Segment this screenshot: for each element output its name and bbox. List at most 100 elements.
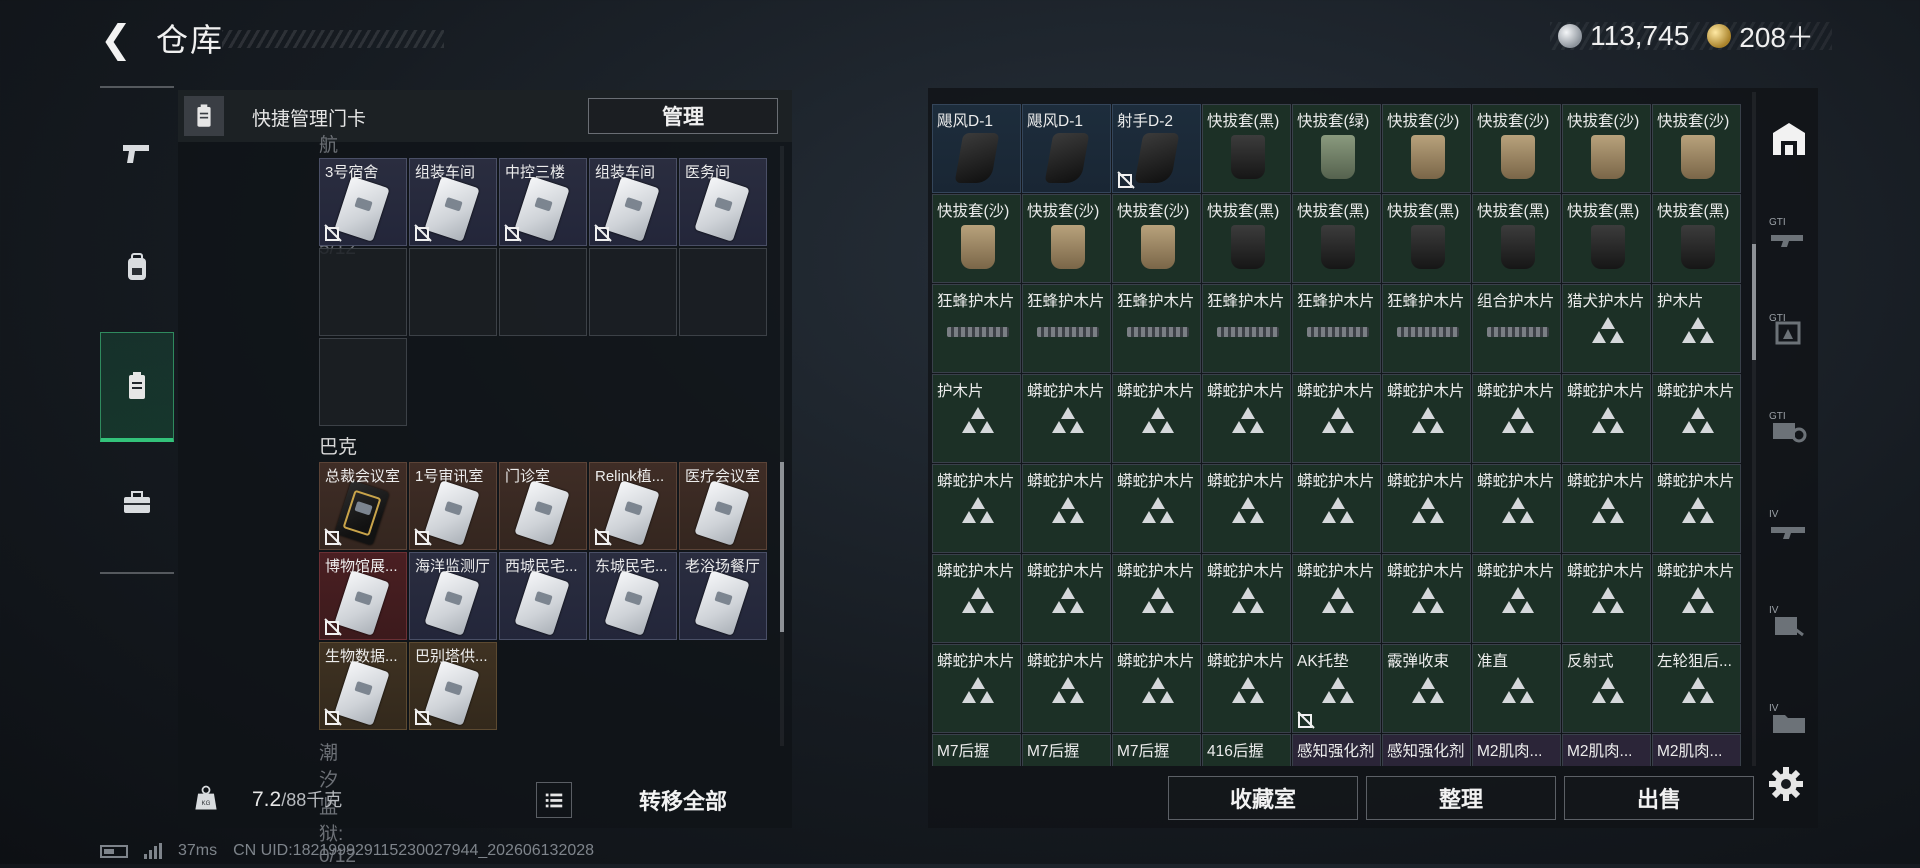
stash-item[interactable]: 蟒蛇护木片 <box>1112 644 1201 733</box>
stash-item[interactable]: 蟒蛇护木片 <box>1472 464 1561 553</box>
scrollbar-track[interactable] <box>1752 92 1756 766</box>
keycard-slot[interactable]: 老浴场餐厅 <box>679 552 767 640</box>
nav-item-toolbox[interactable] <box>100 448 174 558</box>
stash-item[interactable]: 快拔套(黑) <box>1202 194 1291 283</box>
sell-button[interactable]: 出售 <box>1564 776 1754 820</box>
scrollbar-track[interactable] <box>780 146 784 746</box>
stash-item[interactable]: 蟒蛇护木片 <box>1652 374 1741 463</box>
stash-item[interactable]: 蟒蛇护木片 <box>1472 554 1561 643</box>
stash-item[interactable]: 蟒蛇护木片 <box>1022 554 1111 643</box>
stash-item[interactable]: 快拔套(绿) <box>1292 104 1381 193</box>
stash-item[interactable]: 416后握 <box>1202 734 1291 766</box>
keycard-slot[interactable]: 3号宿舍 <box>319 158 407 246</box>
stash-item[interactable]: 反射式 <box>1562 644 1651 733</box>
iv-folder-icon[interactable]: IV <box>1766 696 1812 742</box>
stash-item[interactable]: 飓风D-1 <box>932 104 1021 193</box>
keycard-slot[interactable]: 巴别塔供... <box>409 642 497 730</box>
stash-item[interactable]: 蟒蛇护木片 <box>1022 464 1111 553</box>
manage-button[interactable]: 管理 <box>588 98 778 134</box>
stash-item[interactable]: 快拔套(沙) <box>1562 104 1651 193</box>
keycard-slot[interactable]: 总裁会议室 <box>319 462 407 550</box>
stash-item[interactable]: M7后握 <box>932 734 1021 766</box>
stash-item[interactable]: 狂蜂护木片 <box>1022 284 1111 373</box>
sort-button[interactable]: 整理 <box>1366 776 1556 820</box>
stash-item[interactable]: 快拔套(黑) <box>1382 194 1471 283</box>
stash-item[interactable]: 蟒蛇护木片 <box>1202 464 1291 553</box>
stash-item[interactable]: M2肌肉... <box>1562 734 1651 766</box>
keycard-slot[interactable]: 门诊室 <box>499 462 587 550</box>
armory-icon[interactable] <box>1766 116 1812 162</box>
stash-item[interactable]: 蟒蛇护木片 <box>1652 554 1741 643</box>
collection-room-button[interactable]: 收藏室 <box>1168 776 1358 820</box>
keycard-slot[interactable]: 医务间 <box>679 158 767 246</box>
stash-item[interactable]: 蟒蛇护木片 <box>1562 554 1651 643</box>
stash-item[interactable]: 蟒蛇护木片 <box>1472 374 1561 463</box>
stash-item[interactable]: 护木片 <box>932 374 1021 463</box>
stash-item[interactable]: 狂蜂护木片 <box>932 284 1021 373</box>
stash-item[interactable]: 蟒蛇护木片 <box>1112 374 1201 463</box>
stash-item[interactable]: 射手D-2 <box>1112 104 1201 193</box>
keycard-slot[interactable]: 博物馆展... <box>319 552 407 640</box>
stash-item[interactable]: 蟒蛇护木片 <box>1202 644 1291 733</box>
stash-item[interactable]: 快拔套(沙) <box>1112 194 1201 283</box>
stash-item[interactable]: 狂蜂护木片 <box>1292 284 1381 373</box>
keycard-slot[interactable]: 中控三楼 <box>499 158 587 246</box>
keycard-slot[interactable]: 海洋监测厅 <box>409 552 497 640</box>
stash-item[interactable]: 快拔套(沙) <box>932 194 1021 283</box>
scrollbar-thumb[interactable] <box>1752 244 1756 360</box>
stash-item[interactable]: 蟒蛇护木片 <box>1382 554 1471 643</box>
gti-tool-icon[interactable]: GTI <box>1766 404 1812 450</box>
stash-item[interactable]: 猎犬护木片 <box>1562 284 1651 373</box>
stash-item[interactable]: 飓风D-1 <box>1022 104 1111 193</box>
stash-item[interactable]: 左轮狙后... <box>1652 644 1741 733</box>
nav-item-backpack[interactable] <box>100 212 174 322</box>
stash-item[interactable]: M2肌肉... <box>1472 734 1561 766</box>
keycard-slot[interactable]: Relink植... <box>589 462 677 550</box>
transfer-all-button[interactable]: 转移全部 <box>588 778 778 822</box>
stash-item[interactable]: 狂蜂护木片 <box>1202 284 1291 373</box>
nav-item-weapons[interactable] <box>100 98 174 208</box>
stash-item[interactable]: 快拔套(沙) <box>1652 104 1741 193</box>
gti-card-icon[interactable]: GTI <box>1766 306 1812 352</box>
iv-rifle-icon[interactable]: IV <box>1766 502 1812 548</box>
stash-item[interactable]: 快拔套(黑) <box>1562 194 1651 283</box>
settings-gear-icon[interactable] <box>1766 764 1806 804</box>
stash-item[interactable]: 蟒蛇护木片 <box>932 554 1021 643</box>
stash-item[interactable]: 蟒蛇护木片 <box>1292 464 1381 553</box>
keycard-slot[interactable]: 生物数据... <box>319 642 407 730</box>
keycard-slot[interactable]: 组装车间 <box>589 158 677 246</box>
scrollbar-thumb[interactable] <box>780 462 784 632</box>
keycard-slot[interactable]: 1号审讯室 <box>409 462 497 550</box>
iv-hand-icon[interactable]: IV <box>1766 598 1812 644</box>
stash-item[interactable]: 护木片 <box>1652 284 1741 373</box>
stash-item[interactable]: 准直 <box>1472 644 1561 733</box>
stash-item[interactable]: 蟒蛇护木片 <box>1562 464 1651 553</box>
keycard-slot[interactable]: 医疗会议室 <box>679 462 767 550</box>
stash-item[interactable]: 组合护木片 <box>1472 284 1561 373</box>
stash-item[interactable]: 蟒蛇护木片 <box>1202 374 1291 463</box>
stash-item[interactable]: 蟒蛇护木片 <box>1382 374 1471 463</box>
gti-rifle-icon[interactable]: GTI <box>1766 210 1812 256</box>
stash-item[interactable]: M2肌肉... <box>1652 734 1741 766</box>
stash-item[interactable]: 感知强化剂 <box>1382 734 1471 766</box>
stash-item[interactable]: 快拔套(沙) <box>1382 104 1471 193</box>
keycard-slot[interactable]: 西城民宅... <box>499 552 587 640</box>
stash-item[interactable]: 快拔套(黑) <box>1472 194 1561 283</box>
stash-item[interactable]: 蟒蛇护木片 <box>932 644 1021 733</box>
stash-item[interactable]: 狂蜂护木片 <box>1382 284 1471 373</box>
stash-item[interactable]: 蟒蛇护木片 <box>1292 374 1381 463</box>
back-arrow-icon[interactable]: ❮ <box>100 20 136 60</box>
stash-item[interactable]: M7后握 <box>1022 734 1111 766</box>
keycard-slot[interactable]: 东城民宅... <box>589 552 677 640</box>
stash-item[interactable]: 快拔套(沙) <box>1022 194 1111 283</box>
stash-item[interactable]: 狂蜂护木片 <box>1112 284 1201 373</box>
stash-item[interactable]: 蟒蛇护木片 <box>1562 374 1651 463</box>
stash-item[interactable]: 蟒蛇护木片 <box>1202 554 1291 643</box>
stash-item[interactable]: 蟒蛇护木片 <box>1652 464 1741 553</box>
stash-item[interactable]: 感知强化剂 <box>1292 734 1381 766</box>
nav-item-keycards[interactable] <box>100 332 174 442</box>
stash-item[interactable]: 快拔套(沙) <box>1472 104 1561 193</box>
stash-item[interactable]: 快拔套(黑) <box>1652 194 1741 283</box>
stash-item[interactable]: 蟒蛇护木片 <box>1112 464 1201 553</box>
stash-item[interactable]: 蟒蛇护木片 <box>1022 644 1111 733</box>
